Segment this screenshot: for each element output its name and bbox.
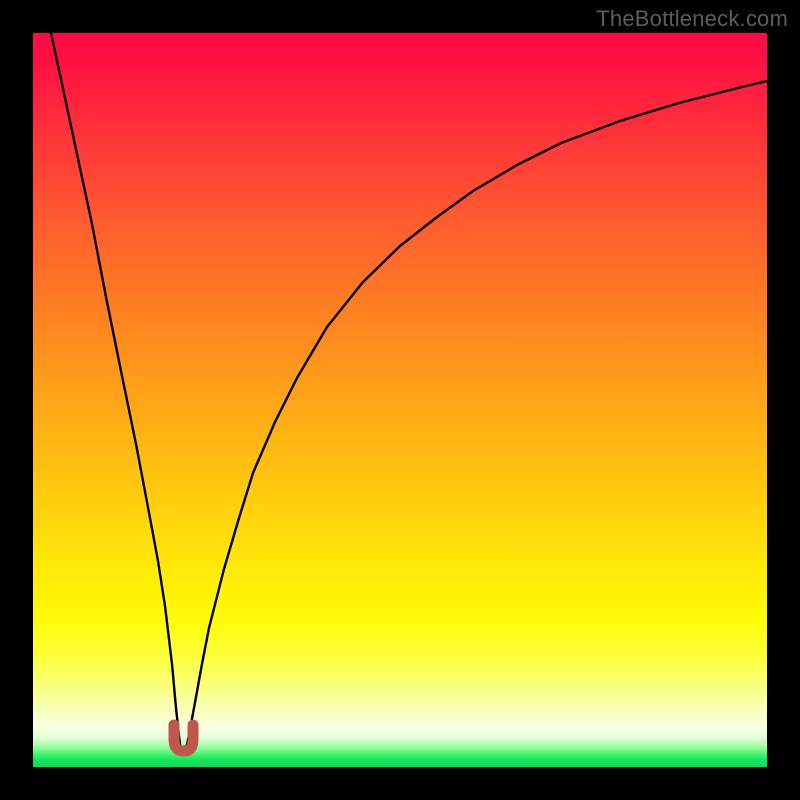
chart-frame: TheBottleneck.com [0, 0, 800, 800]
bottleneck-curve [33, 33, 767, 767]
minimum-marker-icon [174, 725, 193, 751]
watermark-text: TheBottleneck.com [596, 6, 788, 32]
plot-area [33, 33, 767, 767]
